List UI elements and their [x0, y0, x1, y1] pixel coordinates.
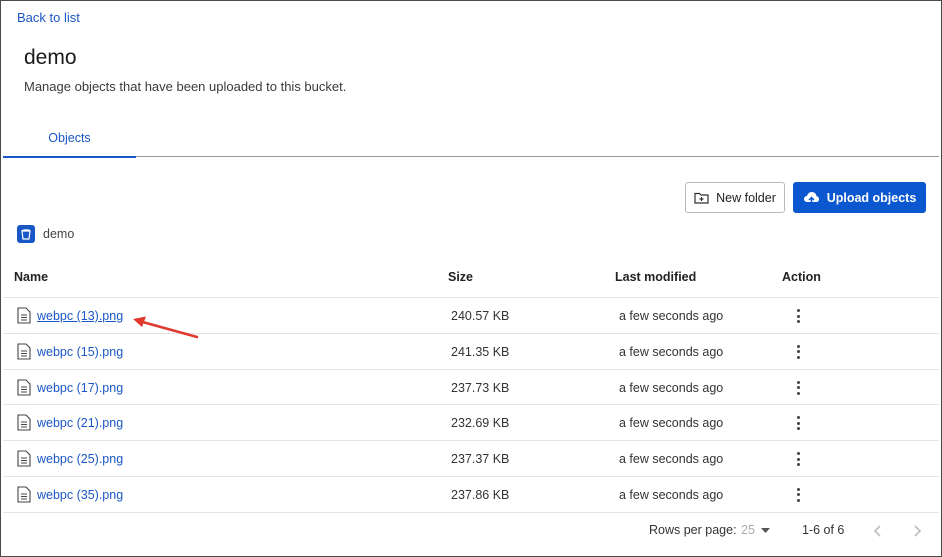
file-last-modified: a few seconds ago [619, 380, 724, 395]
file-size: 237.73 KB [451, 380, 510, 395]
file-last-modified: a few seconds ago [619, 309, 724, 323]
file-size: 237.37 KB [451, 452, 510, 467]
page-subtitle: Manage objects that have been uploaded t… [24, 79, 347, 94]
file-name-link[interactable]: webpc (25).png [37, 452, 123, 466]
upload-objects-label: Upload objects [826, 190, 917, 205]
upload-objects-button[interactable]: Upload objects [793, 182, 926, 213]
table-row: webpc (35).png 237.86 KB a few seconds a… [3, 477, 939, 513]
column-header-size[interactable]: Size [448, 270, 473, 284]
file-last-modified: a few seconds ago [619, 416, 724, 431]
rows-per-page-label: Rows per page: [649, 523, 737, 537]
breadcrumb-bucket-name[interactable]: demo [43, 227, 74, 241]
more-actions-icon[interactable] [791, 450, 805, 468]
file-last-modified: a few seconds ago [619, 344, 724, 359]
tab-bar: Objects [3, 119, 939, 158]
file-size: 240.57 KB [451, 309, 510, 323]
table-header: Name Size Last modified Action [3, 261, 939, 298]
more-actions-icon[interactable] [791, 486, 805, 504]
caret-down-icon [760, 527, 770, 533]
chevron-right-icon[interactable] [910, 523, 924, 539]
file-name-link[interactable]: webpc (13).png [37, 309, 123, 323]
column-header-last-modified[interactable]: Last modified [615, 270, 696, 284]
file-icon [17, 343, 31, 360]
file-icon [17, 379, 31, 396]
app-window: Back to list demo Manage objects that ha… [0, 0, 942, 557]
column-header-action: Action [782, 270, 821, 284]
pagination-range: 1-6 of 6 [802, 523, 845, 537]
file-name-link[interactable]: webpc (35).png [37, 488, 123, 502]
file-name-link[interactable]: webpc (21).png [37, 416, 123, 430]
page-title: demo [24, 46, 77, 69]
file-last-modified: a few seconds ago [619, 452, 724, 467]
table-row: webpc (21).png 232.69 KB a few seconds a… [3, 405, 939, 442]
breadcrumb: demo [17, 225, 74, 243]
file-last-modified: a few seconds ago [619, 487, 724, 502]
tab-objects[interactable]: Objects [3, 119, 136, 158]
more-actions-icon[interactable] [791, 414, 805, 432]
file-size: 241.35 KB [451, 344, 510, 359]
table-row: webpc (25).png 237.37 KB a few seconds a… [3, 441, 939, 477]
more-actions-icon[interactable] [791, 343, 805, 361]
column-header-name[interactable]: Name [14, 270, 48, 284]
objects-table: Name Size Last modified Action webpc (13… [3, 261, 939, 513]
file-name-link[interactable]: webpc (15).png [37, 345, 123, 359]
bucket-icon [17, 225, 35, 243]
folder-plus-icon [694, 192, 709, 204]
rows-per-page-select[interactable]: 25 [741, 523, 770, 537]
cloud-upload-icon [803, 191, 819, 204]
file-icon [17, 414, 31, 431]
new-folder-button[interactable]: New folder [685, 182, 785, 213]
table-row: webpc (17).png 237.73 KB a few seconds a… [3, 370, 939, 406]
new-folder-label: New folder [716, 190, 776, 205]
file-name-link[interactable]: webpc (17).png [37, 381, 123, 395]
more-actions-icon[interactable] [791, 379, 805, 397]
back-to-list-link[interactable]: Back to list [17, 10, 80, 25]
file-size: 232.69 KB [451, 416, 510, 431]
annotation-arrow-icon [133, 316, 199, 339]
file-icon [17, 486, 31, 503]
more-actions-icon[interactable] [791, 307, 805, 325]
file-icon [17, 450, 31, 467]
chevron-left-icon[interactable] [871, 523, 885, 539]
file-icon [17, 307, 31, 324]
rows-per-page-value: 25 [741, 523, 755, 537]
file-size: 237.86 KB [451, 487, 510, 502]
